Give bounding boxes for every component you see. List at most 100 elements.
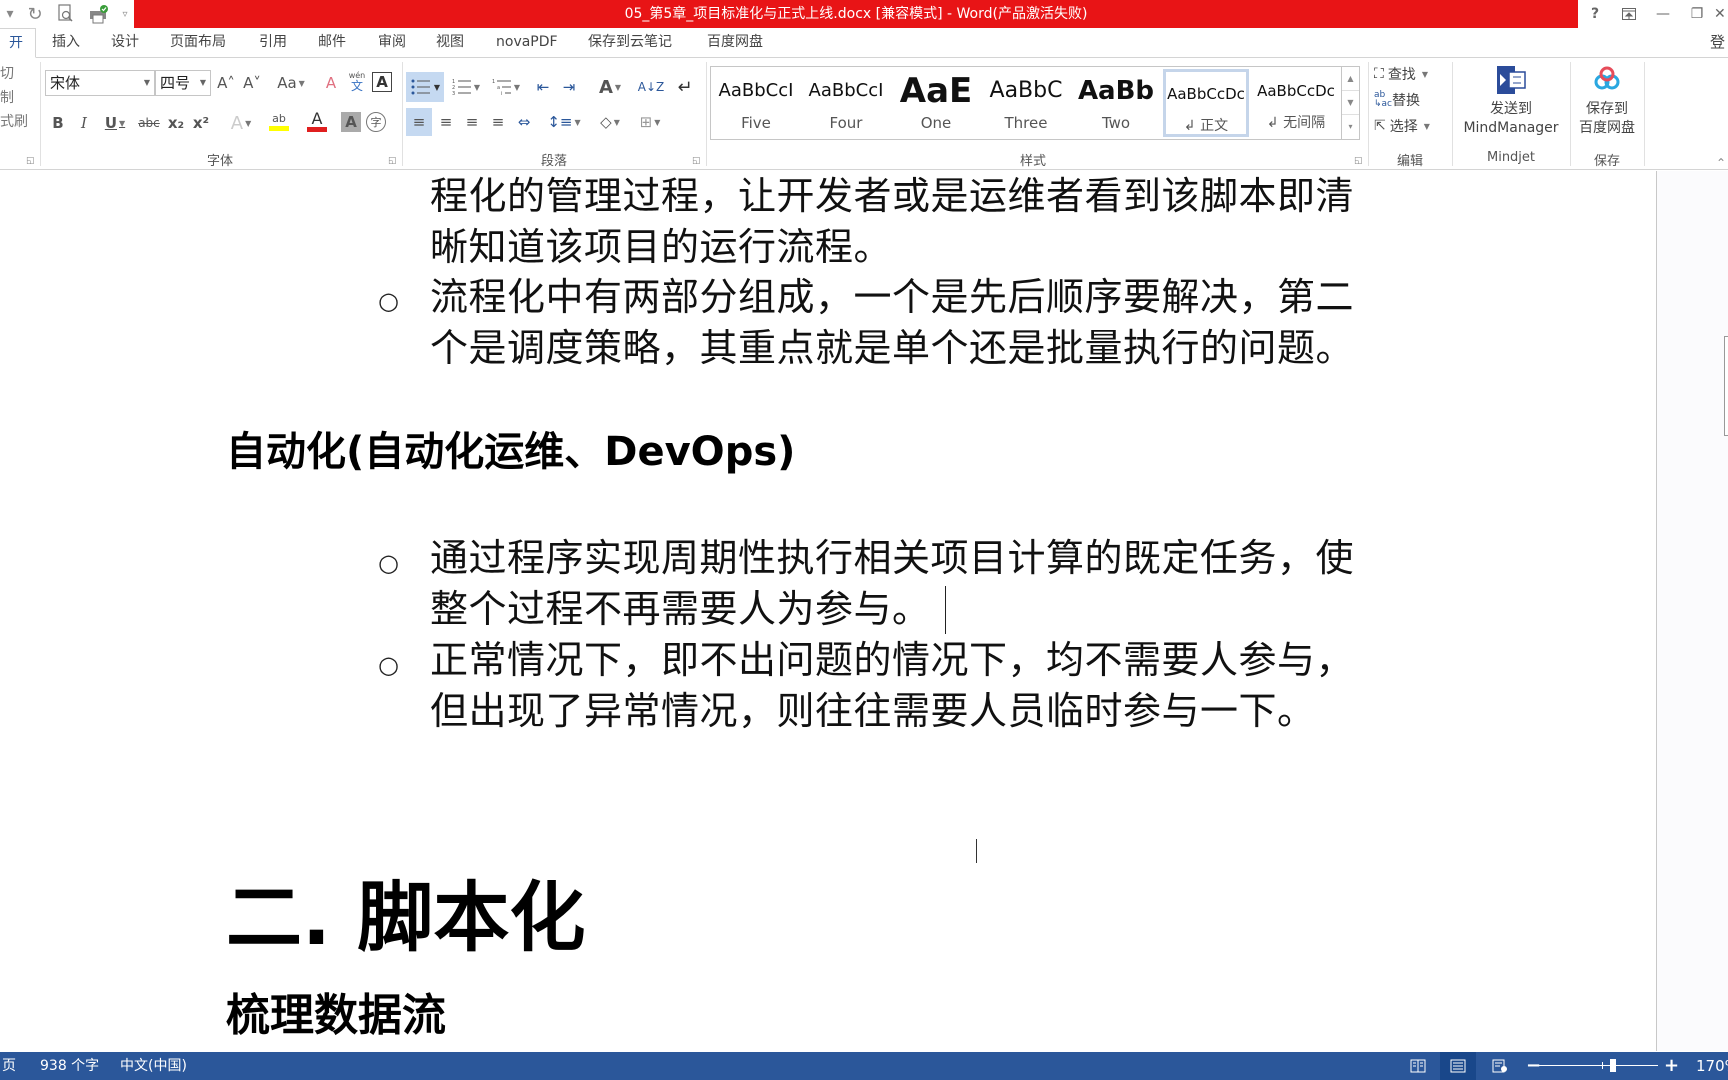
save-to-baidu-button[interactable]: 保存到 百度网盘 [1574,64,1640,138]
paragraph-shading-button[interactable]: ◇ ▼ [592,108,628,136]
clipboard-launcher-icon[interactable]: ◱ [26,156,35,166]
tab-home[interactable]: 开始 [0,28,36,79]
font-size-select[interactable]: 四号 ▼ [155,70,211,96]
distributed-button[interactable]: ⇔ [512,108,536,136]
line-spacing-button[interactable]: ↕≡ ▼ [546,108,582,136]
minimize-button[interactable]: — [1646,0,1680,28]
gallery-scroll-down-icon[interactable]: ▼ [1342,91,1359,115]
print-icon[interactable] [82,0,116,28]
decrease-indent-button[interactable]: ⇤ [532,72,554,102]
style-three[interactable]: AaBbC Three [983,69,1069,137]
language-indicator[interactable]: 中文(中国) [120,1052,187,1080]
style-one[interactable]: AaE One [893,69,979,137]
styles-launcher-icon[interactable]: ◱ [1354,156,1363,166]
underline-button[interactable]: U ▼ [100,110,130,136]
tab-baidu-netdisk[interactable]: 百度网盘 [707,28,763,58]
style-four[interactable]: AaBbCcI Four [803,69,889,137]
zoom-slider-thumb[interactable] [1610,1059,1616,1072]
align-right-button[interactable]: ≡ [460,108,484,136]
phonetic-guide-button[interactable]: wén 文 [346,68,368,94]
sign-in-link[interactable]: 登录 [1710,28,1728,58]
chinese-layout-button[interactable]: A ▼ [592,72,628,102]
chevron-down-icon: ▼ [199,78,206,87]
tab-save-to-cloud-notes[interactable]: 保存到云笔记 [588,28,672,58]
copy-button[interactable]: 制 [0,86,28,110]
tab-page-layout[interactable]: 页面布局 [170,28,226,58]
redo-icon[interactable]: ↻ [20,0,50,28]
send-to-mindmanager-button[interactable]: 发送到 MindManager [1454,64,1568,138]
character-shading-button[interactable]: A [341,112,361,132]
print-layout-button[interactable] [1440,1052,1476,1080]
cut-button[interactable]: 切 [0,62,28,86]
style-normal[interactable]: AaBbCcDc ↲ 正文 [1163,69,1249,137]
help-button[interactable]: ? [1578,0,1612,28]
show-marks-button[interactable]: ↵ [674,72,696,102]
paragraph-launcher-icon[interactable]: ◱ [692,156,701,166]
word-count[interactable]: 938 个字 [40,1052,99,1080]
character-border-icon: A [376,73,388,91]
strikethrough-button[interactable]: abc [136,110,162,136]
align-center-button[interactable]: ≡ [434,108,458,136]
grow-font-button[interactable]: A˄ [216,70,236,96]
web-layout-button[interactable] [1482,1052,1518,1080]
tab-references[interactable]: 引用 [259,28,287,58]
sort-button[interactable]: A↓Z [638,72,664,102]
format-painter-button[interactable]: 式刷 [0,110,28,134]
find-button[interactable]: ⛶ 查找 ▼ [1374,64,1428,84]
dropdown-icon[interactable]: ▾ [0,0,20,28]
scrollbar-thumb[interactable] [1724,336,1728,436]
bullets-button[interactable]: ▼ [406,72,444,102]
read-mode-button[interactable] [1400,1052,1436,1080]
select-button[interactable]: ⇱ 选择 ▼ [1374,116,1430,136]
font-color-button[interactable]: A [300,108,334,134]
vertical-scrollbar[interactable] [1724,171,1728,1051]
justify-button[interactable]: ≡ [486,108,510,136]
style-five[interactable]: AaBbCcI Five [713,69,799,137]
tab-design[interactable]: 设计 [111,28,139,58]
character-border-button[interactable]: A [372,72,392,92]
change-case-button[interactable]: Aa ▼ [274,70,308,96]
page-indicator[interactable]: 页 [0,1052,20,1080]
print-preview-icon[interactable] [50,0,82,28]
zoom-out-button[interactable]: − [1526,1052,1541,1080]
clear-formatting-button[interactable]: A [320,70,342,96]
style-no-spacing[interactable]: AaBbCcDc ↲ 无间隔 [1253,69,1339,137]
italic-button[interactable]: I [74,110,94,136]
document-page[interactable]: 程化的管理过程，让开发者或是运维者看到该脚本即清 晰知道该项目的运行流程。 ○ … [0,171,1656,1051]
zoom-level[interactable]: 170% [1696,1052,1728,1080]
collapse-ribbon-icon[interactable]: ⌃ [1716,156,1726,170]
gallery-scroll-up-icon[interactable]: ▲ [1342,67,1359,91]
font-name-select[interactable]: 宋体 ▼ [45,70,155,96]
highlight-button[interactable]: ab [262,108,296,134]
shrink-font-button[interactable]: A˅ [242,70,262,96]
increase-indent-button[interactable]: ⇥ [558,72,580,102]
tab-mailings[interactable]: 邮件 [318,28,346,58]
restore-button[interactable]: ❐ [1680,0,1714,28]
font-name-value: 宋体 [50,74,81,92]
close-button[interactable]: ✕ [1714,0,1728,28]
customize-qat-icon[interactable]: ▿ [116,0,134,28]
align-center-icon: ≡ [439,113,453,131]
bold-button[interactable]: B [48,110,68,136]
borders-button[interactable]: ⊞ ▼ [632,108,668,136]
zoom-in-button[interactable]: + [1664,1052,1679,1080]
chevron-down-icon: ▼ [614,82,622,92]
tab-view[interactable]: 视图 [436,28,464,58]
font-launcher-icon[interactable]: ◱ [388,156,397,166]
replace-button[interactable]: ab ↳ac 替换 [1374,90,1420,110]
tab-novapdf[interactable]: novaPDF [496,28,558,58]
enclose-characters-button[interactable]: 字 [366,112,386,132]
title-highlight: 05_第5章_项目标准化与正式上线.docx [兼容模式] - Word(产品激… [134,0,1578,28]
subscript-button[interactable]: x₂ [166,110,186,136]
ribbon-display-options-button[interactable] [1612,0,1646,28]
gallery-more-icon[interactable]: ▾ [1342,115,1359,139]
numbering-button[interactable]: 123 ▼ [448,72,484,102]
tab-insert[interactable]: 插入 [52,28,80,58]
tab-review[interactable]: 审阅 [378,28,406,58]
multilevel-list-button[interactable]: 1ai ▼ [488,72,524,102]
superscript-button[interactable]: x² [191,110,211,136]
text-effects-button[interactable]: A ▼ [226,110,256,136]
align-left-button[interactable]: ≡ [406,108,432,136]
style-two[interactable]: AaBb Two [1073,69,1159,137]
zoom-slider-track[interactable] [1530,1065,1658,1066]
